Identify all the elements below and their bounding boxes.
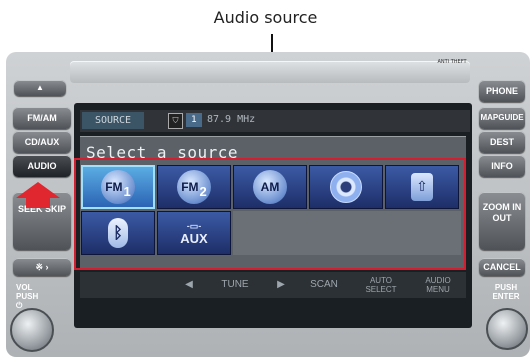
dest-button[interactable]: DEST [479,131,525,153]
fm-am-button[interactable]: FM/AM [13,107,71,129]
audio-menu-button[interactable]: AUDIO MENU [414,272,462,298]
zoom-button[interactable]: ZOOM IN OUT [479,192,525,250]
red-arrow-icon [16,182,60,208]
volume-knob[interactable] [10,308,54,352]
enter-knob[interactable] [486,308,528,350]
eject-button[interactable]: ▲ [14,80,66,96]
map-guide-button[interactable]: MAPGUIDE [479,107,525,129]
disc-slot [70,61,470,83]
cd-aux-button[interactable]: CD/AUX [13,131,71,153]
scan-button[interactable]: SCAN [302,272,346,298]
audio-button[interactable]: AUDIO [13,155,71,177]
auto-select-button[interactable]: AUTO SELECT [356,272,406,298]
preset-button[interactable]: ※ › [13,258,71,276]
enter-label: PUSH ENTER [492,283,520,301]
source-tab: SOURCE [82,112,144,129]
audio-source-highlight [74,158,466,270]
antenna-icon: ⛉ [168,113,183,129]
preset-number: 1 [186,113,202,127]
anti-theft-label: ANTI THEFT [437,59,467,65]
info-button[interactable]: INFO [479,155,525,177]
tune-label: TUNE [221,279,249,290]
phone-button[interactable]: PHONE [479,80,525,102]
vol-label: VOL PUSH ⏻ [16,283,39,310]
callout-label: Audio source [213,8,318,27]
frequency-readout: 87.9 MHz [207,114,256,125]
tune-prev-button[interactable]: ◀ [178,272,200,298]
cancel-button[interactable]: CANCEL [479,258,525,276]
tune-next-button[interactable]: ▶ [270,272,292,298]
